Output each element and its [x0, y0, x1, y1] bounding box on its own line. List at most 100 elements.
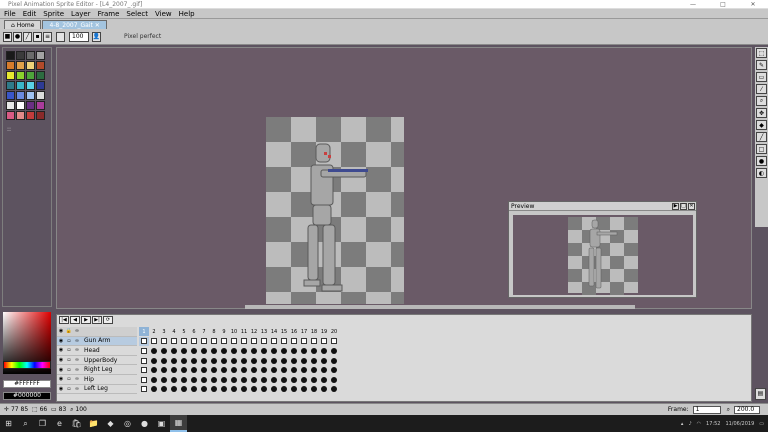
cel[interactable]: [189, 385, 199, 394]
cel[interactable]: [289, 385, 299, 394]
menu-lines-icon[interactable]: ≡: [43, 31, 52, 42]
palette-swatch[interactable]: [26, 101, 35, 110]
cel[interactable]: [189, 375, 199, 384]
cel[interactable]: [329, 385, 339, 394]
cel[interactable]: [229, 356, 239, 365]
edge-icon[interactable]: e: [51, 415, 68, 432]
palette-swatch[interactable]: [36, 71, 45, 80]
cel[interactable]: [179, 337, 189, 346]
frame-number[interactable]: 18: [309, 327, 319, 336]
frame-number[interactable]: 11: [239, 327, 249, 336]
play-button[interactable]: ▶: [81, 316, 91, 324]
frame-number[interactable]: 8: [209, 327, 219, 336]
maximize-button[interactable]: □: [708, 1, 738, 8]
cel[interactable]: [279, 375, 289, 384]
cel[interactable]: [259, 356, 269, 365]
palette-swatch[interactable]: [16, 51, 25, 60]
palette-swatch[interactable]: [26, 61, 35, 70]
minimize-button[interactable]: —: [678, 1, 708, 8]
cel[interactable]: [289, 366, 299, 375]
palette-swatch[interactable]: [16, 91, 25, 100]
app-red-icon[interactable]: ◆: [102, 415, 119, 432]
cel[interactable]: [249, 356, 259, 365]
cel[interactable]: [209, 375, 219, 384]
cel[interactable]: [169, 346, 179, 355]
frame-number[interactable]: 4: [169, 327, 179, 336]
frame-number[interactable]: 14: [269, 327, 279, 336]
cel[interactable]: [279, 385, 289, 394]
menu-file[interactable]: File: [4, 10, 16, 18]
cel[interactable]: [139, 366, 149, 375]
wifi-icon[interactable]: ◠: [697, 421, 701, 427]
cel[interactable]: [309, 375, 319, 384]
cel[interactable]: [269, 337, 279, 346]
cel[interactable]: [239, 375, 249, 384]
frame-number[interactable]: 10: [229, 327, 239, 336]
cel[interactable]: [259, 337, 269, 346]
cel[interactable]: [149, 337, 159, 346]
lock-icon[interactable]: ▫: [65, 367, 73, 373]
cel[interactable]: [139, 385, 149, 394]
cel[interactable]: [139, 356, 149, 365]
palette-swatch[interactable]: [36, 111, 45, 120]
frame-number[interactable]: 15: [279, 327, 289, 336]
cel[interactable]: [299, 385, 309, 394]
horizontal-scrollbar[interactable]: [245, 305, 635, 309]
menu-select[interactable]: Select: [126, 10, 148, 18]
cel[interactable]: [319, 385, 329, 394]
cel[interactable]: [259, 385, 269, 394]
clock-time[interactable]: 17:52: [706, 421, 720, 427]
cel[interactable]: [249, 337, 259, 346]
frame-number[interactable]: 17: [299, 327, 309, 336]
cel[interactable]: [179, 375, 189, 384]
cel[interactable]: [189, 337, 199, 346]
palette-swatch[interactable]: [16, 81, 25, 90]
move-icon[interactable]: ✥: [756, 108, 767, 118]
app-gray-icon[interactable]: ▣: [153, 415, 170, 432]
cel[interactable]: [329, 356, 339, 365]
cel[interactable]: [219, 337, 229, 346]
cel[interactable]: [269, 356, 279, 365]
cel[interactable]: [139, 346, 149, 355]
cel[interactable]: [199, 337, 209, 346]
cel[interactable]: [269, 366, 279, 375]
eye-icon[interactable]: ◉: [57, 376, 65, 382]
cel[interactable]: [279, 346, 289, 355]
palette-swatch[interactable]: [16, 101, 25, 110]
cel[interactable]: [219, 346, 229, 355]
cel[interactable]: [159, 385, 169, 394]
cel[interactable]: [219, 366, 229, 375]
foreground-color[interactable]: #FFFFFF: [3, 380, 51, 388]
palette-swatch[interactable]: [6, 91, 15, 100]
hue-slider[interactable]: [3, 361, 51, 369]
preview-close-button[interactable]: ✕: [688, 202, 695, 210]
fill-icon[interactable]: ◆: [756, 120, 767, 130]
frame-number[interactable]: 5: [179, 327, 189, 336]
zoom-dropdown-icon[interactable]: ⌕: [727, 406, 730, 414]
link-icon[interactable]: ∞: [73, 376, 81, 382]
cel[interactable]: [169, 337, 179, 346]
explorer-icon[interactable]: 📁: [85, 415, 102, 432]
frame-number[interactable]: 12: [249, 327, 259, 336]
frame-number[interactable]: 9: [219, 327, 229, 336]
layer-row[interactable]: ◉ ▫ ∞ Head: [57, 346, 137, 356]
palette-swatch[interactable]: [16, 61, 25, 70]
cel[interactable]: [329, 375, 339, 384]
cel[interactable]: [299, 337, 309, 346]
cel[interactable]: [299, 375, 309, 384]
cel[interactable]: [209, 366, 219, 375]
cel[interactable]: [289, 356, 299, 365]
cel[interactable]: [249, 366, 259, 375]
user-icon[interactable]: 👤: [92, 31, 101, 42]
cel[interactable]: [319, 366, 329, 375]
task-view-icon[interactable]: ❐: [34, 415, 51, 432]
frame-number[interactable]: 2: [149, 327, 159, 336]
cel[interactable]: [299, 356, 309, 365]
cel[interactable]: [319, 346, 329, 355]
background-color[interactable]: #000000: [3, 392, 51, 400]
cel[interactable]: [219, 356, 229, 365]
brush-square2-icon[interactable]: ▪: [33, 31, 42, 42]
cel[interactable]: [289, 337, 299, 346]
frame-number[interactable]: 3: [159, 327, 169, 336]
cel[interactable]: [269, 385, 279, 394]
